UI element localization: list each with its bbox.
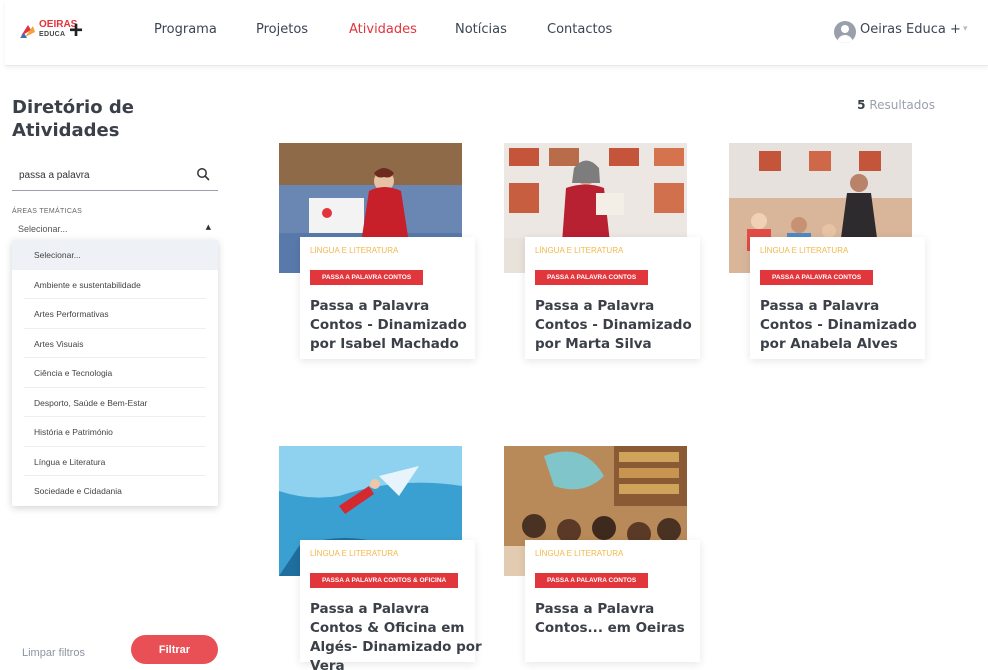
logo-plus: + xyxy=(69,17,84,44)
option-label: História e Património xyxy=(34,427,113,437)
top-navigation-bar: OEIRAS EDUCA + Programa Projetos Ativida… xyxy=(5,0,988,66)
search-field xyxy=(12,163,218,191)
card-tag[interactable]: PASSA A PALAVRA CONTOS xyxy=(310,270,424,285)
card-category: LÍNGUA E LITERATURA xyxy=(535,246,624,255)
card-tag[interactable]: PASSA A PALAVRA CONTOS & OFICINA xyxy=(310,573,459,588)
option-label: Artes Performativas xyxy=(34,309,109,319)
select-value: Selecionar... xyxy=(18,224,68,234)
nav-projetos[interactable]: Projetos xyxy=(256,22,308,37)
card-category: LÍNGUA E LITERATURA xyxy=(535,549,624,558)
oeiras-educa-logo[interactable]: OEIRAS EDUCA + xyxy=(19,17,89,44)
areas-tematicas-select[interactable]: Selecionar... ▲ xyxy=(12,220,218,240)
card-category: LÍNGUA E LITERATURA xyxy=(760,246,849,255)
option-label: Selecionar... xyxy=(34,250,81,260)
card-title[interactable]: Passa a Palavra Contos - Dinamizado por … xyxy=(760,297,932,354)
nav-atividades[interactable]: Atividades xyxy=(349,22,417,37)
dropdown-option[interactable]: História e Património xyxy=(12,417,218,447)
card-content: LÍNGUA E LITERATURA PASSA A PALAVRA CONT… xyxy=(300,540,482,670)
nav-noticias[interactable]: Notícias xyxy=(455,22,507,37)
dropdown-option[interactable]: Sociedade e Cidadania xyxy=(12,476,218,506)
nav-contactos[interactable]: Contactos xyxy=(547,22,612,37)
dropdown-option[interactable]: Ambiente e sustentabilidade xyxy=(12,270,218,299)
card-content: LÍNGUA E LITERATURA PASSA A PALAVRA CONT… xyxy=(525,237,700,359)
option-label: Sociedade e Cidadania xyxy=(34,486,122,496)
card-tag[interactable]: PASSA A PALAVRA CONTOS xyxy=(535,270,649,285)
dropdown-option[interactable]: Língua e Literatura xyxy=(12,447,218,476)
card-content: LÍNGUA E LITERATURA PASSA A PALAVRA CONT… xyxy=(300,237,475,359)
card-title[interactable]: Passa a Palavra Contos... em Oeiras xyxy=(535,600,707,638)
dropdown-option[interactable]: Artes Performativas xyxy=(12,299,218,329)
chevron-down-icon: ▾ xyxy=(963,24,968,34)
results-number: 5 xyxy=(857,98,866,112)
card-title[interactable]: Passa a Palavra Contos & Oficina em Algé… xyxy=(310,600,482,670)
results-count: 5 Resultados xyxy=(857,98,935,112)
card-content: LÍNGUA E LITERATURA PASSA A PALAVRA CONT… xyxy=(750,237,925,359)
search-icon[interactable] xyxy=(196,167,210,181)
card-category: LÍNGUA E LITERATURA xyxy=(310,549,399,558)
areas-tematicas-label: ÁREAS TEMÁTICAS xyxy=(12,208,83,215)
user-name: Oeiras Educa + xyxy=(860,22,961,37)
card-title[interactable]: Passa a Palavra Contos - Dinamizado por … xyxy=(310,297,482,354)
filter-button[interactable]: Filtrar xyxy=(131,635,218,664)
option-label: Ambiente e sustentabilidade xyxy=(34,279,141,290)
caret-up-icon: ▲ xyxy=(205,223,211,231)
card-tag[interactable]: PASSA A PALAVRA CONTOS xyxy=(535,573,649,588)
dropdown-option[interactable]: Desporto, Saúde e Bem-Estar xyxy=(12,388,218,417)
results-label: Resultados xyxy=(869,98,935,112)
logo-mark-icon xyxy=(20,25,35,38)
option-label: Desporto, Saúde e Bem-Estar xyxy=(34,397,148,408)
option-label: Língua e Literatura xyxy=(34,456,106,467)
areas-dropdown-menu: Selecionar... Ambiente e sustentabilidad… xyxy=(12,240,218,506)
nav-programa[interactable]: Programa xyxy=(154,22,217,37)
card-tag[interactable]: PASSA A PALAVRA CONTOS xyxy=(760,270,874,285)
option-label: Artes Visuais xyxy=(34,338,84,349)
dropdown-option[interactable]: Artes Visuais xyxy=(12,329,218,358)
clear-filters-link[interactable]: Limpar filtros xyxy=(22,647,85,659)
card-category: LÍNGUA E LITERATURA xyxy=(310,246,399,255)
page-title: Diretório de Atividades xyxy=(12,97,134,141)
search-input[interactable] xyxy=(19,170,189,181)
dropdown-option[interactable]: Ciência e Tecnologia xyxy=(12,358,218,388)
avatar-icon xyxy=(834,21,856,43)
option-label: Ciência e Tecnologia xyxy=(34,368,113,378)
dropdown-option[interactable]: Selecionar... xyxy=(12,240,218,270)
card-content: LÍNGUA E LITERATURA PASSA A PALAVRA CONT… xyxy=(525,540,700,662)
card-title[interactable]: Passa a Palavra Contos - Dinamizado por … xyxy=(535,297,707,354)
